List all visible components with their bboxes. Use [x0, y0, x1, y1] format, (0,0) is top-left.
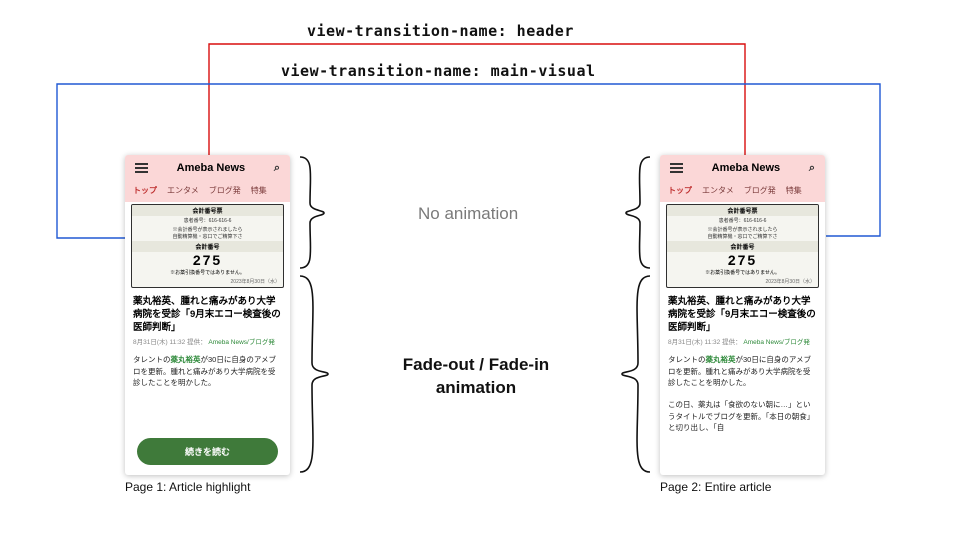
phone-nav: トップ エンタメ ブログ発 特集: [125, 181, 290, 202]
phone-header: Ameba News ⌕: [125, 155, 290, 181]
nav-item: 特集: [786, 185, 802, 196]
annotation-fade: Fade-out / Fade-in animation: [390, 354, 562, 400]
brace-top-right: [624, 155, 654, 270]
hamburger-icon: [135, 163, 148, 173]
nav-item: ブログ発: [744, 185, 776, 196]
ticket-number: 275: [132, 252, 283, 268]
main-visual: 会計番号票 患者番号：616-616-6 ※会計番号が表示されましたら 自動精算…: [666, 204, 819, 288]
ticket-line: ※会計番号が表示されましたら 自動精算機・窓口でご精算下さ: [667, 225, 818, 241]
ticket-line: 会計番号票: [132, 205, 283, 216]
nav-item: 特集: [251, 185, 267, 196]
meta-source: Ameba News/ブログ発: [208, 339, 274, 346]
body-link: 薬丸裕英: [171, 355, 201, 364]
caption-page1: Page 1: Article highlight: [125, 480, 250, 494]
main-visual: 会計番号票 患者番号：616-616-6 ※会計番号が表示されましたら 自動精算…: [131, 204, 284, 288]
article-headline: 薬丸裕英、腫れと痛みがあり大学病院を受診「9月末エコー検査後の医師判断」: [660, 292, 825, 336]
ticket-line: ※お薬引換番号ではありません。: [667, 268, 818, 278]
ticket-date: 2023年8月30日（水）: [132, 278, 283, 287]
phone-page1: Ameba News ⌕ トップ エンタメ ブログ発 特集 会計番号票 患者番号…: [125, 155, 290, 475]
site-title: Ameba News: [177, 162, 245, 174]
ticket-line: 会計番号: [132, 241, 283, 252]
annotation-fade-line2: animation: [436, 378, 516, 397]
annotation-no-animation: No animation: [418, 204, 518, 224]
phone-header: Ameba News ⌕: [660, 155, 825, 181]
article-meta: 8月31日(木) 11:32 提供： Ameba News/ブログ発: [125, 336, 290, 350]
nav-item: トップ: [668, 185, 692, 196]
article-body: タレントの薬丸裕英が30日に自身のアメブロを更新。腫れと痛みがあり大学病院を受診…: [660, 350, 825, 475]
nav-item: ブログ発: [209, 185, 241, 196]
hamburger-icon: [670, 163, 683, 173]
ticket-line: 患者番号：616-616-6: [132, 216, 283, 225]
article-body: タレントの薬丸裕英が30日に自身のアメブロを更新。腫れと痛みがあり大学病院を受診…: [125, 350, 290, 434]
meta-time: 8月31日(木) 11:32 提供：: [668, 339, 742, 346]
ticket-date: 2023年8月30日（水）: [667, 278, 818, 287]
ticket-line: ※お薬引換番号ではありません。: [132, 268, 283, 278]
ticket-line: 患者番号：616-616-6: [667, 216, 818, 225]
ticket-line: 会計番号票: [667, 205, 818, 216]
search-icon: ⌕: [274, 162, 280, 175]
article-headline: 薬丸裕英、腫れと痛みがあり大学病院を受診「9月末エコー検査後の医師判断」: [125, 292, 290, 336]
brace-top-left: [296, 155, 326, 270]
ticket-image: 会計番号票 患者番号：616-616-6 ※会計番号が表示されましたら 自動精算…: [666, 204, 819, 288]
site-title: Ameba News: [712, 162, 780, 174]
read-more-button: 続きを読む: [137, 438, 278, 465]
nav-item: エンタメ: [167, 185, 199, 196]
phone-nav: トップ エンタメ ブログ発 特集: [660, 181, 825, 202]
nav-item: エンタメ: [702, 185, 734, 196]
ticket-line: 会計番号: [667, 241, 818, 252]
ticket-line: ※会計番号が表示されましたら 自動精算機・窓口でご精算下さ: [132, 225, 283, 241]
ticket-image: 会計番号票 患者番号：616-616-6 ※会計番号が表示されましたら 自動精算…: [131, 204, 284, 288]
annotation-fade-line1: Fade-out / Fade-in: [403, 355, 549, 374]
code-label-header: view-transition-name: header: [307, 22, 574, 40]
body-text: この日、薬丸は「食欲のない朝に…」というタイトルでブログを更新。「本日の朝食」と…: [668, 400, 814, 432]
search-icon: ⌕: [809, 162, 815, 175]
code-label-main-visual: view-transition-name: main-visual: [281, 62, 596, 80]
body-text: タレントの: [668, 355, 706, 364]
article-meta: 8月31日(木) 11:32 提供： Ameba News/ブログ発: [660, 336, 825, 350]
ticket-number: 275: [667, 252, 818, 268]
brace-bottom-left: [296, 273, 330, 475]
brace-bottom-right: [620, 273, 654, 475]
nav-item: トップ: [133, 185, 157, 196]
body-link: 薬丸裕英: [706, 355, 736, 364]
meta-source: Ameba News/ブログ発: [743, 339, 809, 346]
meta-time: 8月31日(木) 11:32 提供：: [133, 339, 207, 346]
body-text: タレントの: [133, 355, 171, 364]
caption-page2: Page 2: Entire article: [660, 480, 771, 494]
phone-page2: Ameba News ⌕ トップ エンタメ ブログ発 特集 会計番号票 患者番号…: [660, 155, 825, 475]
